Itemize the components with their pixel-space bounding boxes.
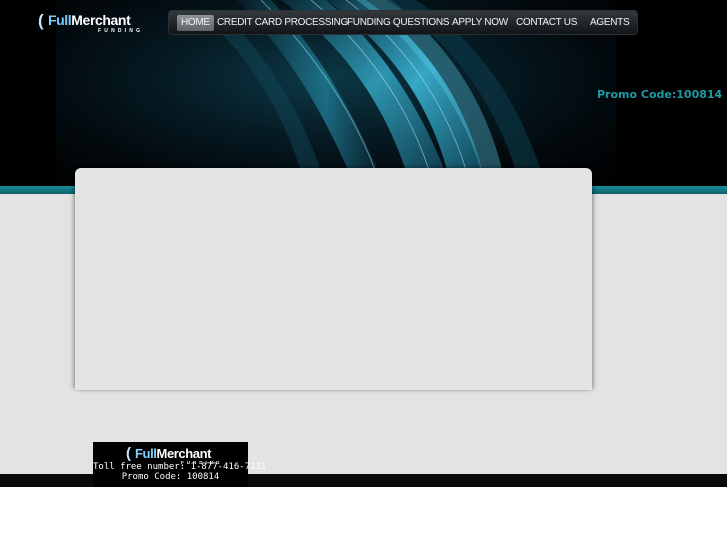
footer-logo-word-merchant: Merchant (156, 446, 212, 461)
footer-info-box: ( FullMerchant FUNDING Toll free number:… (93, 442, 266, 487)
footer-logo-swoosh-icon: ( (126, 445, 131, 462)
logo-word-merchant: Merchant (71, 12, 131, 28)
logo-word-full: Full (48, 12, 72, 28)
footer-promo-code: Promo Code: 100814 (121, 472, 220, 482)
main-content-panel (75, 168, 592, 390)
main-nav: HOME CREDIT CARD PROCESSING FUNDING QUES… (168, 10, 638, 35)
nav-item-home[interactable]: HOME (177, 15, 214, 31)
nav-item-apply-now[interactable]: APPLY NOW (452, 15, 508, 31)
nav-item-agents[interactable]: AGENTS (590, 15, 630, 31)
footer-logo-word-full: Full (135, 446, 157, 461)
nav-item-funding-questions[interactable]: FUNDING QUESTIONS (347, 15, 449, 31)
site-logo[interactable]: ( FullMerchant FUNDING (38, 11, 148, 34)
nav-item-contact-us[interactable]: CONTACT US (516, 15, 577, 31)
site-header: ( FullMerchant FUNDING HOME CREDIT CARD … (0, 0, 727, 187)
header-promo-code: Promo Code:100814 (597, 88, 723, 101)
logo-tagline: FUNDING (98, 28, 144, 34)
nav-item-credit-card-processing[interactable]: CREDIT CARD PROCESSING (217, 15, 348, 31)
logo-swoosh-icon: ( (38, 11, 44, 30)
